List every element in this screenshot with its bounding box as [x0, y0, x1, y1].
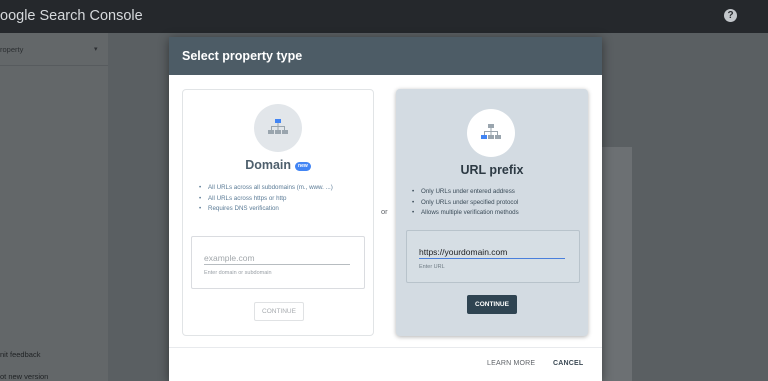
list-item: All URLs across all subdomains (m., www.… [199, 183, 359, 194]
learn-more-button[interactable]: LEARN MORE [487, 360, 535, 367]
domain-title: Domain new [183, 158, 373, 172]
url-prefix-continue-button[interactable]: CONTINUE [467, 295, 517, 314]
sidebar-link-new-version[interactable]: ot new version [0, 372, 48, 381]
list-item: Requires DNS verification [199, 204, 359, 215]
app-title: oogle Search Console [0, 8, 143, 24]
list-item: All URLs across https or http [199, 194, 359, 205]
select-property-dialog: Select property type Domainnew All URLs … [169, 37, 602, 381]
new-badge: new [295, 162, 311, 171]
background-card [600, 147, 632, 381]
url-input-box: Enter URL [406, 230, 580, 283]
sitemap-icon [254, 104, 302, 152]
url-input-helper: Enter URL [419, 264, 445, 270]
property-selector[interactable]: roperty ▾ [0, 33, 108, 66]
domain-input-box: Enter domain or subdomain [191, 236, 365, 289]
list-item: Only URLs under specified protocol [412, 198, 572, 209]
property-selector-label: roperty [0, 45, 24, 54]
url-input[interactable] [419, 245, 565, 259]
sidebar [0, 33, 108, 381]
url-prefix-title: URL prefix [460, 163, 524, 177]
list-item: Only URLs under entered address [412, 187, 572, 198]
dialog-footer: LEARN MORE CANCEL [169, 347, 602, 381]
dialog-title: Select property type [169, 37, 602, 75]
or-separator: or [381, 207, 388, 216]
domain-input[interactable] [204, 251, 350, 265]
domain-continue-button[interactable]: CONTINUE [254, 302, 304, 321]
url-prefix-feature-list: Only URLs under entered address Only URL… [412, 187, 572, 219]
domain-feature-list: All URLs across all subdomains (m., www.… [199, 183, 359, 215]
cancel-button[interactable]: CANCEL [553, 360, 583, 367]
list-item: Allows multiple verification methods [412, 208, 572, 219]
help-icon[interactable]: ? [724, 9, 737, 22]
domain-input-helper: Enter domain or subdomain [204, 270, 272, 276]
url-prefix-option-card[interactable]: URL prefix Only URLs under entered addre… [396, 89, 588, 336]
domain-option-card[interactable]: Domainnew All URLs across all subdomains… [182, 89, 374, 336]
chevron-down-icon: ▾ [94, 46, 98, 53]
domain-title-text: Domain [245, 158, 292, 172]
sitemap-icon [467, 109, 515, 157]
sidebar-link-feedback[interactable]: nit feedback [0, 350, 40, 359]
app-header: oogle Search Console ? [0, 0, 768, 33]
